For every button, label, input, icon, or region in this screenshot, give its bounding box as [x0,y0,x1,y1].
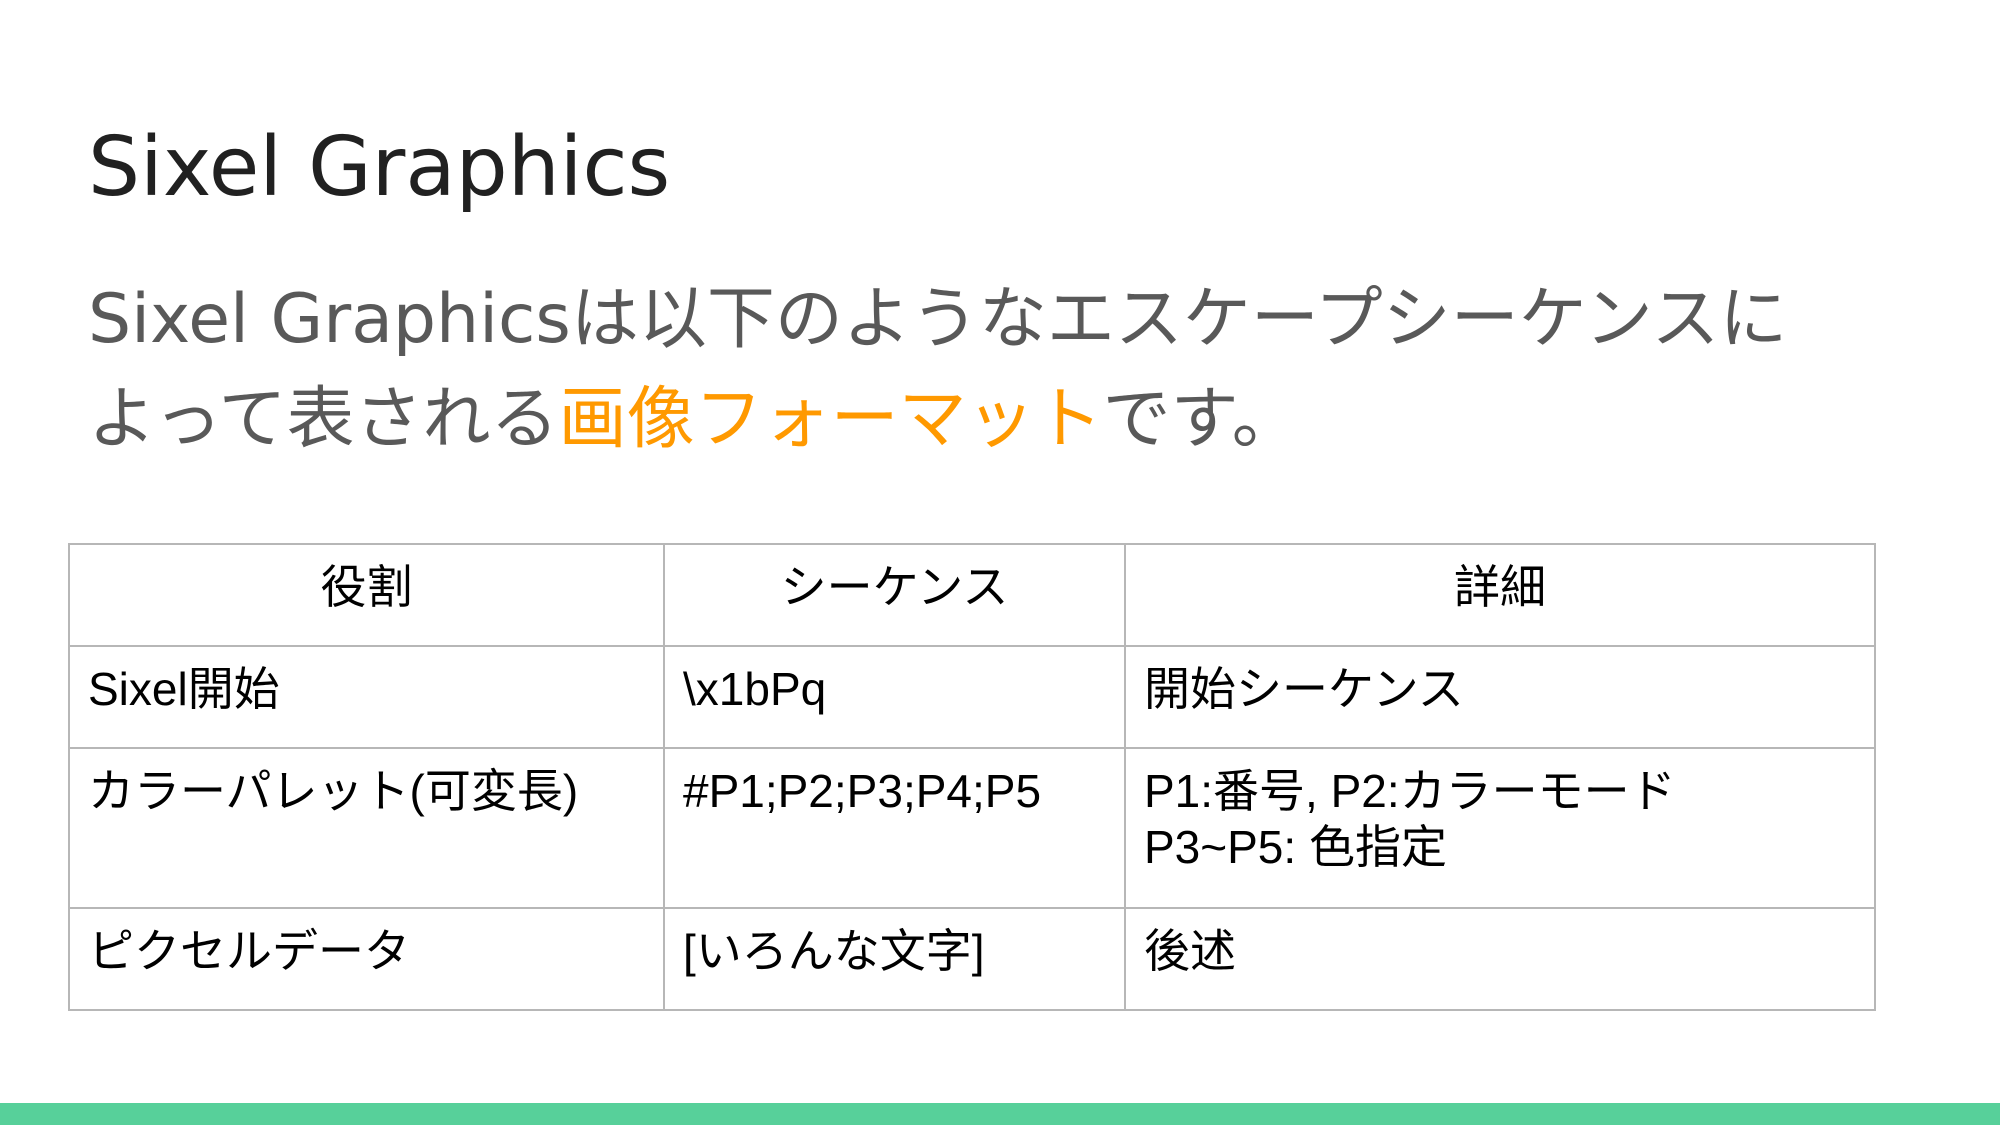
sequence-table: 役割 シーケンス 詳細 Sixel開始 \x1bPq 開始シーケンス カラーパレ… [68,543,1876,1011]
body-text-before: よって表される [88,380,559,459]
cell-role: Sixel開始 [68,645,665,749]
cell-sequence: #P1;P2;P3;P4;P5 [663,747,1126,909]
cell-role: ピクセルデータ [68,907,665,1011]
cell-sequence: [いろんな文字] [663,907,1126,1011]
header-detail: 詳細 [1124,543,1876,647]
detail-line: 開始シーケンス [1144,663,1464,715]
body-line-2: よって表される画像フォーマットです。 [88,370,1918,470]
cell-detail: 開始シーケンス [1124,645,1876,749]
body-text-after: です。 [1102,380,1300,459]
cell-sequence: \x1bPq [663,645,1126,749]
body-line-1: Sixel Graphicsは以下のようなエスケープシーケンスに [88,280,1788,359]
slide-title: Sixel Graphics [88,120,671,215]
table-row: カラーパレット(可変長) #P1;P2;P3;P4;P5 P1:番号, P2:カ… [68,747,1876,909]
detail-line: P1:番号, P2:カラーモード [1144,765,1676,817]
header-sequence: シーケンス [663,543,1126,647]
detail-line: P3~P5: 色指定 [1144,821,1447,873]
table-header-row: 役割 シーケンス 詳細 [68,543,1876,647]
footer-accent-bar [0,1103,2000,1125]
cell-detail: P1:番号, P2:カラーモード P3~P5: 色指定 [1124,747,1876,909]
slide-body: Sixel Graphicsは以下のようなエスケープシーケンスに よって表される… [88,270,1918,470]
table-row: Sixel開始 \x1bPq 開始シーケンス [68,645,1876,749]
cell-role: カラーパレット(可変長) [68,747,665,909]
detail-line: 後述 [1144,925,1236,977]
cell-detail: 後述 [1124,907,1876,1011]
header-role: 役割 [68,543,665,647]
body-highlight: 画像フォーマット [558,380,1103,459]
table-row: ピクセルデータ [いろんな文字] 後述 [68,907,1876,1011]
